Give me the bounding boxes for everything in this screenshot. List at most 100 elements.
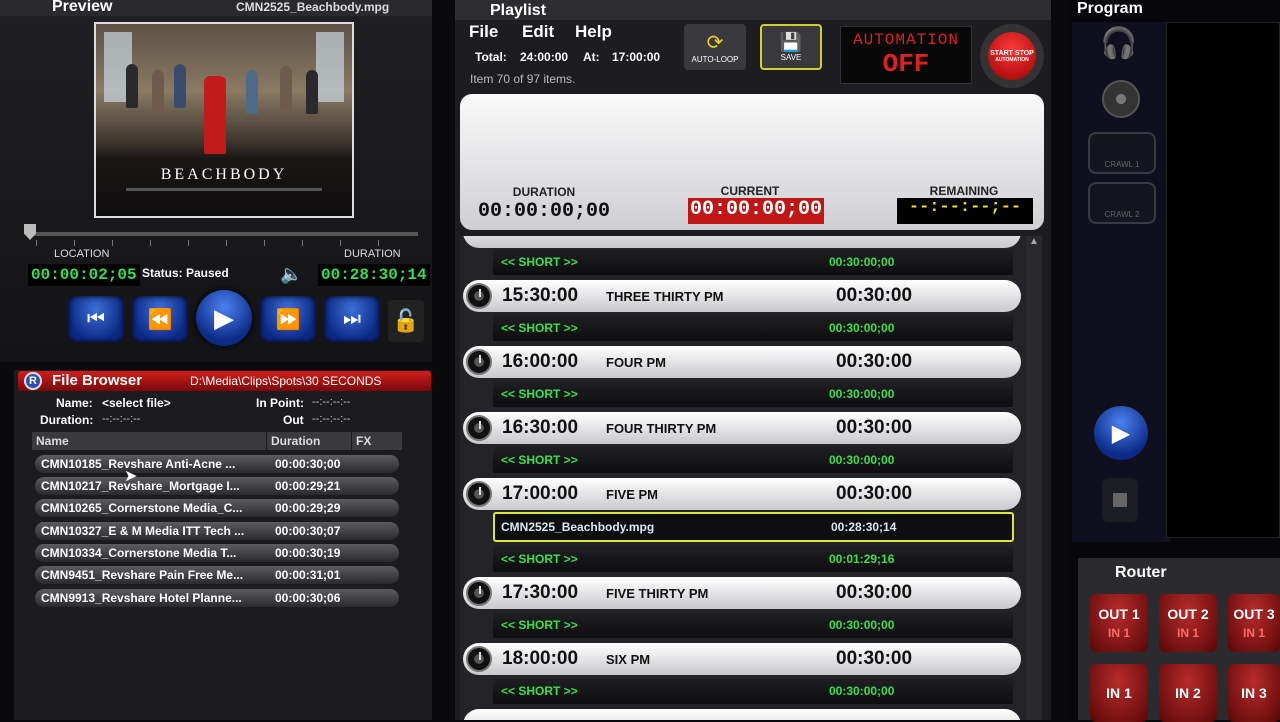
preview-scrubber[interactable] bbox=[26, 232, 418, 236]
rewind-button[interactable]: ⏪ bbox=[132, 296, 188, 342]
loop-icon: ⟳ bbox=[706, 32, 724, 54]
skip-forward-button[interactable]: ⏭ bbox=[324, 296, 380, 342]
skip-back-button[interactable]: ⏮ bbox=[68, 296, 124, 342]
total-value: 24:00:00 bbox=[520, 50, 569, 64]
short-duration: 00:30:00;00 bbox=[829, 387, 895, 401]
router-in-2-button[interactable]: IN 2 bbox=[1159, 664, 1217, 722]
playlist-block[interactable]: 17:00:00 FIVE PM 00:30:00 bbox=[463, 478, 1021, 510]
display-duration-label: DURATION bbox=[512, 185, 576, 199]
speaker-icon[interactable]: 🔈 bbox=[280, 264, 302, 285]
playlist-block[interactable]: 16:30:00 FOUR THIRTY PM 00:30:00 bbox=[463, 412, 1021, 444]
menu-file[interactable]: File bbox=[469, 22, 498, 42]
short-duration: 00:30:00;00 bbox=[829, 255, 895, 269]
clip-row-selected[interactable]: CMN2525_Beachbody.mpg 00:28:30;14 bbox=[493, 512, 1014, 542]
in-label: IN 1 bbox=[1106, 685, 1132, 701]
column-header-fx[interactable]: FX bbox=[352, 432, 402, 450]
clock-icon bbox=[466, 349, 492, 375]
short-row[interactable]: << SHORT >> 00:30:00;00 bbox=[493, 249, 1013, 275]
program-play-button[interactable]: ▶ bbox=[1094, 406, 1148, 460]
file-row[interactable]: CMN10334_Cornerstone Media T... 00:00:30;… bbox=[35, 544, 399, 562]
router-out-3-button[interactable]: OUT 3 IN 1 bbox=[1228, 594, 1280, 652]
file-duration: 00:00:30;07 bbox=[275, 524, 341, 538]
playlist-block[interactable]: 18:00:00 SIX PM 00:30:00 bbox=[463, 643, 1021, 675]
film-reel-icon[interactable] bbox=[1102, 80, 1140, 118]
automation-label: AUTOMATION bbox=[852, 31, 959, 49]
out-input-label: IN 1 bbox=[1107, 626, 1130, 640]
column-header-name[interactable]: Name bbox=[32, 432, 266, 450]
play-icon: ▶ bbox=[1111, 419, 1131, 447]
save-button[interactable]: 💾 SAVE bbox=[760, 24, 822, 70]
start-stop-icon: START STOP AUTOMATION bbox=[988, 32, 1036, 80]
scroll-up-icon[interactable]: ▲ bbox=[1026, 236, 1042, 250]
file-row[interactable]: CMN10185_Revshare Anti-Acne ... 00:00:30;… bbox=[35, 455, 399, 473]
out-point-value: --:--:--:-- bbox=[312, 413, 351, 425]
short-row[interactable]: << SHORT >> 00:30:00;00 bbox=[493, 447, 1013, 473]
menu-edit[interactable]: Edit bbox=[522, 22, 554, 42]
file-row[interactable]: CMN9451_Revshare Pain Free Me... 00:00:31… bbox=[35, 566, 399, 584]
short-row[interactable]: << SHORT >> 00:30:00;00 bbox=[493, 381, 1013, 407]
in-label: IN 2 bbox=[1175, 685, 1201, 701]
router-out-1-button[interactable]: OUT 1 IN 1 bbox=[1090, 594, 1148, 652]
block-duration: 00:30:00 bbox=[836, 582, 913, 603]
short-label: << SHORT >> bbox=[501, 618, 578, 632]
program-title: Program bbox=[1077, 0, 1143, 17]
block-duration: 00:30:00 bbox=[836, 285, 913, 306]
short-row[interactable]: << SHORT >> 00:30:00;00 bbox=[493, 315, 1013, 341]
start-stop-label: START STOP bbox=[990, 49, 1034, 57]
playlist-block-partial[interactable] bbox=[463, 236, 1021, 248]
location-timecode: 00:00:02;05 bbox=[28, 264, 140, 286]
preview-filename: CMN2525_Beachbody.mpg bbox=[236, 0, 390, 14]
duration-field-label: Duration: bbox=[40, 413, 94, 427]
file-row[interactable]: CMN10217_Revshare_Mortgage I... 00:00:29;… bbox=[35, 477, 399, 495]
file-name: CMN10327_E & M Media ITT Tech ... bbox=[41, 524, 245, 538]
fast-forward-button[interactable]: ⏩ bbox=[260, 296, 316, 342]
crawl-1-button[interactable]: CRAWL 1 bbox=[1088, 132, 1156, 174]
router-in-1-button[interactable]: IN 1 bbox=[1090, 664, 1148, 722]
mouse-cursor-icon: ➤ bbox=[124, 468, 138, 485]
display-remaining: --:--:--;-- bbox=[897, 198, 1033, 224]
file-row[interactable]: CMN10265_Cornerstone Media_C... 00:00:29;… bbox=[35, 499, 399, 517]
playlist-block[interactable]: 16:00:00 FOUR PM 00:30:00 bbox=[463, 346, 1021, 378]
playlist-block[interactable]: 15:30:00 THREE THIRTY PM 00:30:00 bbox=[463, 280, 1021, 312]
start-stop-automation-button[interactable]: START STOP AUTOMATION bbox=[980, 24, 1044, 88]
short-label: << SHORT >> bbox=[501, 387, 578, 401]
rewind-icon: ⏪ bbox=[147, 308, 173, 331]
unlock-icon[interactable]: 🔓 bbox=[388, 300, 424, 342]
save-label: SAVE bbox=[780, 53, 802, 62]
play-icon: ▶ bbox=[214, 302, 234, 333]
clock-icon bbox=[466, 283, 492, 309]
crawl-2-button[interactable]: CRAWL 2 bbox=[1088, 182, 1156, 224]
column-header-duration[interactable]: Duration bbox=[267, 432, 351, 450]
file-duration: 00:00:31;01 bbox=[275, 568, 341, 582]
file-row[interactable]: CMN10327_E & M Media ITT Tech ... 00:00:3… bbox=[35, 522, 399, 540]
playlist-scrollbar[interactable]: ▲ bbox=[1026, 236, 1042, 720]
program-stop-button[interactable] bbox=[1102, 478, 1138, 522]
block-duration: 00:30:00 bbox=[836, 648, 913, 669]
play-button[interactable]: ▶ bbox=[196, 290, 252, 346]
short-label: << SHORT >> bbox=[501, 321, 578, 335]
auto-loop-button[interactable]: ⟳ AUTO-LOOP bbox=[684, 24, 746, 70]
short-duration: 00:30:00;00 bbox=[829, 321, 895, 335]
block-duration: 00:30:00 bbox=[836, 483, 913, 504]
block-duration: 00:30:00 bbox=[836, 351, 913, 372]
block-name: FOUR THIRTY PM bbox=[606, 420, 717, 436]
file-row[interactable]: CMN9913_Revshare Hotel Planne... 00:00:30… bbox=[35, 589, 399, 607]
menu-help[interactable]: Help bbox=[575, 22, 612, 42]
block-time: 17:00:00 bbox=[502, 483, 579, 504]
file-name: CMN9451_Revshare Pain Free Me... bbox=[41, 568, 244, 582]
short-row[interactable]: << SHORT >> 00:30:00;00 bbox=[493, 678, 1013, 704]
file-name: CMN9913_Revshare Hotel Planne... bbox=[41, 591, 242, 605]
scrubber-handle[interactable] bbox=[24, 224, 36, 240]
router-out-2-button[interactable]: OUT 2 IN 1 bbox=[1159, 594, 1217, 652]
playback-status: Status: Paused bbox=[142, 266, 229, 280]
auto-loop-label: AUTO-LOOP bbox=[691, 55, 739, 64]
crawl-2-label: CRAWL 2 bbox=[1104, 210, 1140, 219]
headphones-icon[interactable]: 🎧 bbox=[1100, 26, 1137, 61]
router-in-3-button[interactable]: IN 3 bbox=[1228, 664, 1280, 722]
playlist-block[interactable]: 17:30:00 FIVE THIRTY PM 00:30:00 bbox=[463, 577, 1021, 609]
short-row[interactable]: << SHORT >> 00:01:29;16 bbox=[493, 546, 1013, 572]
short-row[interactable]: << SHORT >> 00:30:00;00 bbox=[493, 612, 1013, 638]
in-point-value: --:--:--:-- bbox=[312, 396, 351, 408]
short-label: << SHORT >> bbox=[501, 684, 578, 698]
playlist-block-partial[interactable] bbox=[463, 709, 1021, 720]
